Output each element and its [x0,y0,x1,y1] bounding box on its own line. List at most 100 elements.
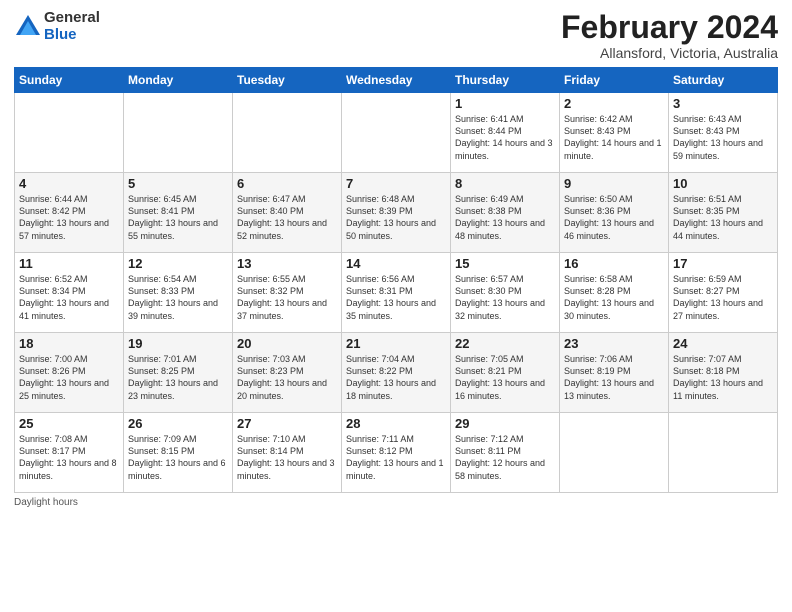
day-number: 24 [673,336,773,351]
day-number: 17 [673,256,773,271]
day-cell [233,93,342,173]
day-info: Sunrise: 6:51 AM Sunset: 8:35 PM Dayligh… [673,193,773,242]
subtitle: Allansford, Victoria, Australia [561,45,778,61]
day-number: 2 [564,96,664,111]
day-number: 27 [237,416,337,431]
day-cell: 5Sunrise: 6:45 AM Sunset: 8:41 PM Daylig… [124,173,233,253]
day-cell: 20 Sunrise: 7:03 AM Sunset: 8:23 PM Dayli… [233,333,342,413]
day-cell [669,413,778,493]
day-info: Sunrise: 7:00 AM Sunset: 8:26 PM Dayligh… [19,353,119,402]
day-number: 7 [346,176,446,191]
day-cell [560,413,669,493]
day-number: 12 [128,256,228,271]
page: General Blue February 2024 Allansford, V… [0,0,792,612]
logo-text: General Blue [44,10,100,43]
day-cell: 9 Sunrise: 6:50 AM Sunset: 8:36 PM Daylig… [560,173,669,253]
day-cell: 25Sunrise: 7:08 AM Sunset: 8:17 PM Dayli… [15,413,124,493]
logo-blue: Blue [44,27,100,44]
day-cell: 21Sunrise: 7:04 AM Sunset: 8:22 PM Dayli… [342,333,451,413]
day-number: 29 [455,416,555,431]
day-info: Sunrise: 6:52 AM Sunset: 8:34 PM Dayligh… [19,273,119,322]
day-cell: 24 Sunrise: 7:07 AM Sunset: 8:18 PM Dayli… [669,333,778,413]
day-number: 4 [19,176,119,191]
day-info: Sunrise: 6:45 AM Sunset: 8:41 PM Dayligh… [128,193,228,242]
footer-label: Daylight hours [14,497,78,508]
day-cell: 29 Sunrise: 7:12 AM Sunset: 8:11 PM Dayli… [451,413,560,493]
day-info: Sunrise: 7:08 AM Sunset: 8:17 PM Dayligh… [19,433,119,482]
day-cell: 22 Sunrise: 7:05 AM Sunset: 8:21 PM Dayli… [451,333,560,413]
day-info: Sunrise: 7:03 AM Sunset: 8:23 PM Dayligh… [237,353,337,402]
day-info: Sunrise: 6:55 AM Sunset: 8:32 PM Dayligh… [237,273,337,322]
week-row-2: 4 Sunrise: 6:44 AM Sunset: 8:42 PM Daylig… [15,173,778,253]
day-number: 3 [673,96,773,111]
col-header-thursday: Thursday [451,68,560,93]
month-title: February 2024 [561,10,778,45]
title-block: February 2024 Allansford, Victoria, Aust… [561,10,778,61]
day-number: 23 [564,336,664,351]
day-info: Sunrise: 6:43 AM Sunset: 8:43 PM Dayligh… [673,113,773,162]
footer: Daylight hours [14,497,778,508]
day-info: Sunrise: 6:48 AM Sunset: 8:39 PM Dayligh… [346,193,446,242]
day-cell: 1Sunrise: 6:41 AM Sunset: 8:44 PM Daylig… [451,93,560,173]
logo: General Blue [14,10,100,43]
logo-general: General [44,10,100,27]
col-header-friday: Friday [560,68,669,93]
day-info: Sunrise: 6:57 AM Sunset: 8:30 PM Dayligh… [455,273,555,322]
col-header-wednesday: Wednesday [342,68,451,93]
day-number: 10 [673,176,773,191]
day-cell: 8Sunrise: 6:49 AM Sunset: 8:38 PM Daylig… [451,173,560,253]
day-info: Sunrise: 7:04 AM Sunset: 8:22 PM Dayligh… [346,353,446,402]
day-cell: 10 Sunrise: 6:51 AM Sunset: 8:35 PM Dayli… [669,173,778,253]
day-info: Sunrise: 6:54 AM Sunset: 8:33 PM Dayligh… [128,273,228,322]
day-info: Sunrise: 7:11 AM Sunset: 8:12 PM Dayligh… [346,433,446,482]
day-cell: 17 Sunrise: 6:59 AM Sunset: 8:27 PM Dayli… [669,253,778,333]
day-cell [15,93,124,173]
day-info: Sunrise: 7:06 AM Sunset: 8:19 PM Dayligh… [564,353,664,402]
day-number: 19 [128,336,228,351]
day-cell: 27 Sunrise: 7:10 AM Sunset: 8:14 PM Dayli… [233,413,342,493]
day-cell: 7 Sunrise: 6:48 AM Sunset: 8:39 PM Daylig… [342,173,451,253]
day-cell: 26Sunrise: 7:09 AM Sunset: 8:15 PM Dayli… [124,413,233,493]
day-number: 22 [455,336,555,351]
day-info: Sunrise: 6:42 AM Sunset: 8:43 PM Dayligh… [564,113,664,162]
day-cell: 6Sunrise: 6:47 AM Sunset: 8:40 PM Daylig… [233,173,342,253]
day-cell: 28 Sunrise: 7:11 AM Sunset: 8:12 PM Dayli… [342,413,451,493]
col-header-sunday: Sunday [15,68,124,93]
day-cell: 2 Sunrise: 6:42 AM Sunset: 8:43 PM Daylig… [560,93,669,173]
week-row-1: 1Sunrise: 6:41 AM Sunset: 8:44 PM Daylig… [15,93,778,173]
day-cell: 4 Sunrise: 6:44 AM Sunset: 8:42 PM Daylig… [15,173,124,253]
col-header-tuesday: Tuesday [233,68,342,93]
day-number: 1 [455,96,555,111]
week-row-5: 25Sunrise: 7:08 AM Sunset: 8:17 PM Dayli… [15,413,778,493]
day-info: Sunrise: 7:07 AM Sunset: 8:18 PM Dayligh… [673,353,773,402]
day-cell: 14Sunrise: 6:56 AM Sunset: 8:31 PM Dayli… [342,253,451,333]
day-number: 15 [455,256,555,271]
day-info: Sunrise: 6:58 AM Sunset: 8:28 PM Dayligh… [564,273,664,322]
day-cell [124,93,233,173]
day-number: 14 [346,256,446,271]
day-cell: 12 Sunrise: 6:54 AM Sunset: 8:33 PM Dayli… [124,253,233,333]
day-info: Sunrise: 6:44 AM Sunset: 8:42 PM Dayligh… [19,193,119,242]
day-number: 6 [237,176,337,191]
day-info: Sunrise: 6:50 AM Sunset: 8:36 PM Dayligh… [564,193,664,242]
day-info: Sunrise: 7:01 AM Sunset: 8:25 PM Dayligh… [128,353,228,402]
day-cell: 3 Sunrise: 6:43 AM Sunset: 8:43 PM Daylig… [669,93,778,173]
day-number: 16 [564,256,664,271]
day-cell: 11 Sunrise: 6:52 AM Sunset: 8:34 PM Dayli… [15,253,124,333]
day-cell: 13Sunrise: 6:55 AM Sunset: 8:32 PM Dayli… [233,253,342,333]
day-info: Sunrise: 7:12 AM Sunset: 8:11 PM Dayligh… [455,433,555,482]
day-number: 20 [237,336,337,351]
day-number: 26 [128,416,228,431]
day-number: 9 [564,176,664,191]
day-info: Sunrise: 7:05 AM Sunset: 8:21 PM Dayligh… [455,353,555,402]
day-info: Sunrise: 7:10 AM Sunset: 8:14 PM Dayligh… [237,433,337,482]
day-info: Sunrise: 6:59 AM Sunset: 8:27 PM Dayligh… [673,273,773,322]
day-number: 28 [346,416,446,431]
calendar-table: SundayMondayTuesdayWednesdayThursdayFrid… [14,67,778,493]
day-number: 11 [19,256,119,271]
col-header-saturday: Saturday [669,68,778,93]
logo-icon [14,13,42,41]
day-cell [342,93,451,173]
day-cell: 19 Sunrise: 7:01 AM Sunset: 8:25 PM Dayli… [124,333,233,413]
col-header-monday: Monday [124,68,233,93]
